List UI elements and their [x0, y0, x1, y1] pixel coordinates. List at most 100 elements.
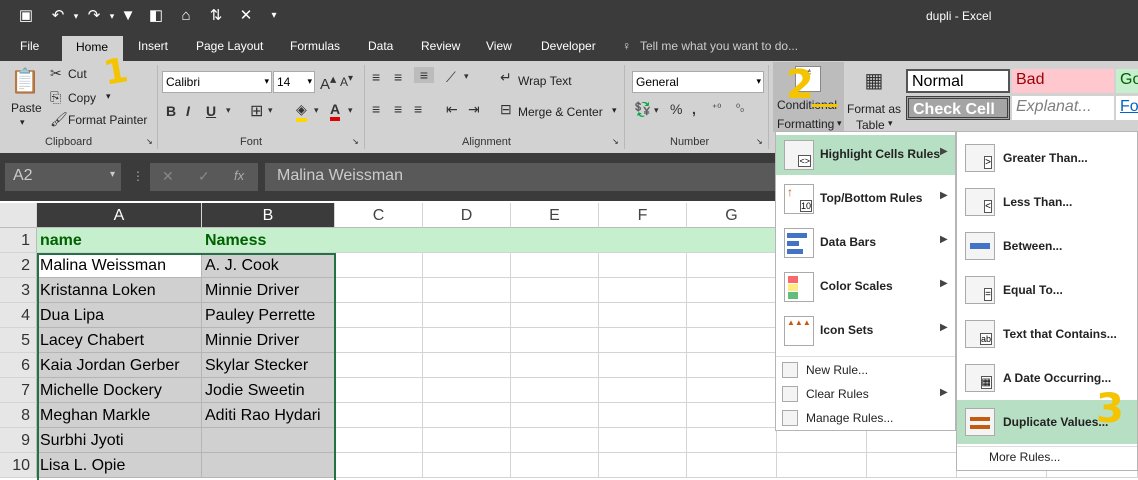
- cell-empty[interactable]: [423, 228, 511, 253]
- style-explanatory[interactable]: Explanat...: [1012, 96, 1114, 120]
- text-icon[interactable]: ⌂: [176, 6, 196, 26]
- font-name-select[interactable]: Calibri ▾: [162, 71, 272, 93]
- cell-b[interactable]: Namess: [202, 228, 335, 253]
- font-launcher-icon[interactable]: ↘: [352, 137, 359, 146]
- cell-empty[interactable]: [687, 403, 777, 428]
- cell-empty[interactable]: [599, 303, 687, 328]
- menu-item-manage-rules[interactable]: Manage Rules...: [776, 406, 955, 430]
- cell-empty[interactable]: [335, 228, 423, 253]
- cell-empty[interactable]: [335, 453, 423, 478]
- submenu-item-less-than[interactable]: < Less Than...: [957, 180, 1137, 224]
- cell-empty[interactable]: [423, 378, 511, 403]
- column-header-d[interactable]: D: [423, 203, 511, 228]
- name-box[interactable]: A2 ▾: [5, 163, 121, 191]
- increase-font-icon[interactable]: A▴: [320, 71, 336, 93]
- menu-item-icon-sets[interactable]: ▲▲▲ Icon Sets ▶: [776, 311, 955, 351]
- align-right-icon[interactable]: ≡: [414, 101, 422, 117]
- cell-empty[interactable]: [599, 278, 687, 303]
- cell-empty[interactable]: [511, 253, 599, 278]
- fill-color-dropdown-icon[interactable]: ▾: [314, 105, 319, 116]
- alignment-launcher-icon[interactable]: ↘: [612, 137, 619, 146]
- cell-empty[interactable]: [777, 453, 867, 478]
- cell-empty[interactable]: [867, 453, 957, 478]
- clipboard-launcher-icon[interactable]: ↘: [146, 137, 153, 146]
- menu-item-data-bars[interactable]: Data Bars ▶: [776, 223, 955, 263]
- cut-icon[interactable]: ✂: [50, 65, 62, 82]
- cell-a[interactable]: Surbhi Jyoti: [37, 428, 202, 453]
- filter-icon[interactable]: ▼: [118, 6, 138, 26]
- row-header[interactable]: 4: [0, 303, 37, 328]
- tab-data[interactable]: Data: [368, 39, 393, 53]
- cell-a[interactable]: Lacey Chabert: [37, 328, 202, 353]
- style-check-cell[interactable]: Check Cell: [906, 96, 1010, 120]
- cell-empty[interactable]: [511, 328, 599, 353]
- orientation-dropdown-icon[interactable]: ▾: [464, 71, 469, 82]
- cell-a[interactable]: name: [37, 228, 202, 253]
- cell-empty[interactable]: [335, 278, 423, 303]
- increase-decimal-icon[interactable]: ⁺⁰: [712, 103, 721, 114]
- row-header[interactable]: 10: [0, 453, 37, 478]
- cell-b[interactable]: Minnie Driver: [202, 278, 335, 303]
- copy-button[interactable]: Copy: [68, 91, 96, 105]
- paste-button[interactable]: Paste: [11, 101, 42, 115]
- cell-empty[interactable]: [599, 453, 687, 478]
- cell-empty[interactable]: [423, 453, 511, 478]
- cell-a[interactable]: Dua Lipa: [37, 303, 202, 328]
- column-header-f[interactable]: F: [599, 203, 687, 228]
- cell-empty[interactable]: [423, 403, 511, 428]
- cell-empty[interactable]: [687, 303, 777, 328]
- cell-empty[interactable]: [423, 328, 511, 353]
- submenu-item-equal-to[interactable]: = Equal To...: [957, 268, 1137, 312]
- wrap-text-button[interactable]: Wrap Text: [518, 74, 572, 88]
- decrease-indent-icon[interactable]: ⇤: [446, 101, 458, 118]
- column-header-e[interactable]: E: [511, 203, 599, 228]
- cell-b[interactable]: Skylar Stecker: [202, 353, 335, 378]
- tab-page-layout[interactable]: Page Layout: [196, 39, 263, 53]
- cell-empty[interactable]: [599, 228, 687, 253]
- row-header[interactable]: 2: [0, 253, 37, 278]
- align-middle-icon[interactable]: ≡: [394, 69, 402, 85]
- tab-view[interactable]: View: [486, 39, 512, 53]
- cell-empty[interactable]: [423, 428, 511, 453]
- cell-a[interactable]: Michelle Dockery: [37, 378, 202, 403]
- tab-review[interactable]: Review: [421, 39, 460, 53]
- cell-empty[interactable]: [511, 428, 599, 453]
- customize-toolbar-icon[interactable]: ▾: [264, 6, 284, 26]
- merge-dropdown-icon[interactable]: ▾: [612, 105, 617, 116]
- font-color-icon[interactable]: A: [330, 101, 341, 121]
- cell-empty[interactable]: [511, 378, 599, 403]
- insert-function-icon[interactable]: fx: [234, 168, 244, 183]
- style-followed-link[interactable]: Fo: [1116, 96, 1138, 120]
- cell-empty[interactable]: [335, 353, 423, 378]
- paste-icon[interactable]: 📋: [10, 67, 40, 101]
- cell-b[interactable]: [202, 453, 335, 478]
- align-bottom-icon[interactable]: ≡: [414, 67, 434, 83]
- cell-empty[interactable]: [335, 428, 423, 453]
- select-all-corner[interactable]: [0, 203, 37, 228]
- tab-formulas[interactable]: Formulas: [290, 39, 340, 53]
- cell-b[interactable]: Jodie Sweetin: [202, 378, 335, 403]
- number-format-select[interactable]: General ▾: [632, 71, 764, 93]
- row-header[interactable]: 8: [0, 403, 37, 428]
- column-header-b[interactable]: B: [202, 203, 335, 228]
- format-as-table-button[interactable]: ▦ Format as Table ▾: [846, 62, 902, 132]
- cell-empty[interactable]: [599, 253, 687, 278]
- paste-dropdown-icon[interactable]: ▾: [20, 117, 25, 128]
- cut-button[interactable]: Cut: [68, 67, 87, 81]
- underline-dropdown-icon[interactable]: ▾: [226, 105, 231, 116]
- submenu-item-text-contains[interactable]: ab Text that Contains...: [957, 312, 1137, 356]
- cell-empty[interactable]: [511, 228, 599, 253]
- cell-empty[interactable]: [511, 453, 599, 478]
- cell-empty[interactable]: [687, 253, 777, 278]
- cell-empty[interactable]: [423, 303, 511, 328]
- column-header-g[interactable]: G: [687, 203, 777, 228]
- cell-empty[interactable]: [511, 303, 599, 328]
- menu-item-new-rule[interactable]: New Rule...: [776, 358, 955, 382]
- cell-empty[interactable]: [511, 353, 599, 378]
- style-good[interactable]: Go: [1116, 69, 1138, 93]
- tell-me-search[interactable]: Tell me what you want to do...: [640, 39, 798, 53]
- submenu-more-rules[interactable]: More Rules...: [989, 450, 1060, 464]
- cell-empty[interactable]: [687, 428, 777, 453]
- row-header[interactable]: 1: [0, 228, 37, 253]
- cell-empty[interactable]: [599, 378, 687, 403]
